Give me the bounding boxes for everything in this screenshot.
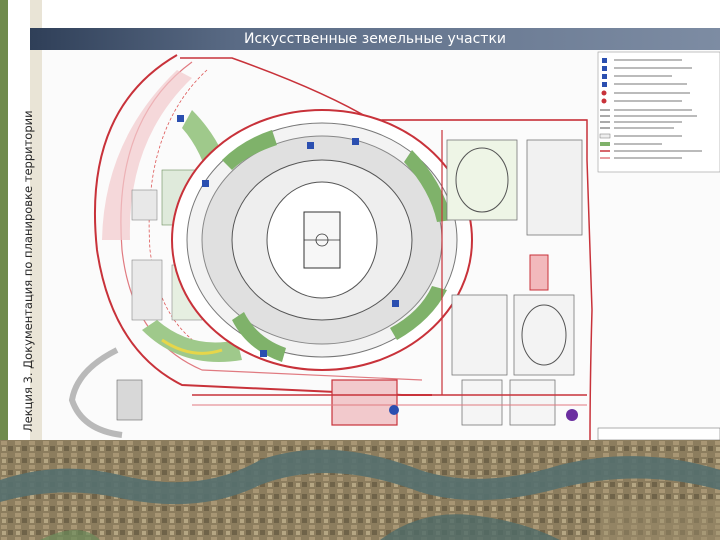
aerial-photo-strip: [0, 440, 720, 540]
compass-icon: [566, 409, 578, 421]
side-accent-bar: [0, 0, 8, 440]
lecture-label: Лекция 3. Документация по планировке тер…: [21, 110, 35, 432]
parking-icon: [177, 115, 184, 122]
master-plan-drawing: [42, 50, 720, 440]
legend-icon: [597, 51, 720, 173]
page-title: Искусственные земельные участки: [244, 31, 506, 47]
presentation-slide: Лекция 3. Документация по планировке тер…: [0, 0, 720, 540]
